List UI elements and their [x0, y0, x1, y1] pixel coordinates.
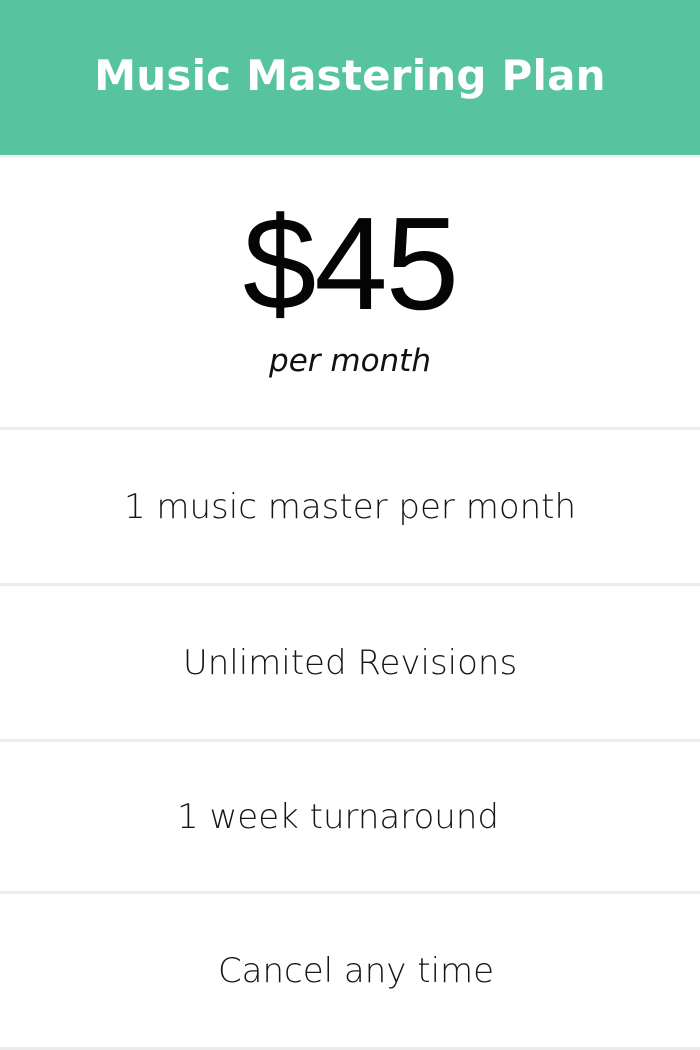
feature-label: 1 music master per month: [123, 486, 577, 527]
billing-period: per month: [269, 343, 431, 379]
price-value: $45: [242, 190, 459, 337]
plan-title: Music Mastering Plan: [94, 51, 606, 100]
feature-label: Unlimited Revisions: [182, 642, 518, 683]
feature-row: 1 music master per month: [0, 430, 700, 586]
feature-label: Cancel any time: [217, 950, 495, 991]
pricing-card: Music Mastering Plan $45 per month 1 mus…: [0, 0, 700, 1050]
plan-header: Music Mastering Plan: [0, 0, 700, 155]
feature-row: Unlimited Revisions: [0, 586, 700, 742]
feature-row: Cancel any time: [0, 894, 700, 1050]
feature-row: 1 week turnaround: [0, 742, 700, 894]
feature-label: 1 week turnaround: [177, 796, 499, 837]
price-block: $45 per month: [0, 155, 700, 430]
